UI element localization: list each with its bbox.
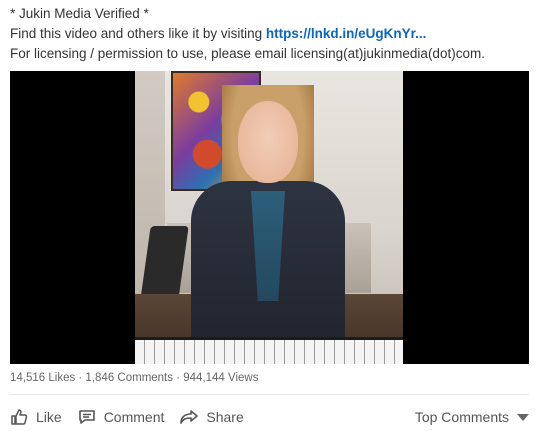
share-label: Share — [206, 409, 244, 425]
thumbs-up-icon — [10, 408, 28, 426]
caption-find-line: Find this video and others like it by vi… — [10, 24, 540, 44]
divider — [10, 394, 529, 395]
comment-button[interactable]: Comment — [78, 408, 165, 426]
action-bar: Like Comment Share Top Comments — [10, 404, 529, 430]
top-comments-sort[interactable]: Top Comments — [415, 409, 529, 425]
comment-icon — [78, 408, 96, 426]
video-player[interactable] — [10, 71, 529, 364]
video-person-face — [238, 101, 298, 183]
like-label: Like — [36, 409, 62, 425]
caption-licensing: For licensing / permission to use, pleas… — [10, 46, 485, 61]
caption-verified: * Jukin Media Verified * — [10, 6, 149, 21]
comment-label: Comment — [103, 409, 165, 425]
caret-down-icon — [517, 413, 529, 421]
like-button[interactable]: Like — [10, 408, 62, 426]
share-arrow-icon — [180, 408, 199, 426]
video-frame[interactable] — [135, 71, 403, 364]
post-caption: * Jukin Media Verified * Find this video… — [10, 4, 540, 64]
share-button[interactable]: Share — [180, 408, 244, 426]
engagement-stats[interactable]: 14,516 Likes · 1,846 Comments · 944,144 … — [10, 372, 258, 384]
caption-find-text: Find this video and others like it by vi… — [10, 26, 266, 41]
sort-label: Top Comments — [414, 409, 509, 425]
video-piano-keys — [135, 337, 403, 364]
caption-link[interactable]: https://lnkd.in/eUgKnYr... — [266, 26, 427, 41]
